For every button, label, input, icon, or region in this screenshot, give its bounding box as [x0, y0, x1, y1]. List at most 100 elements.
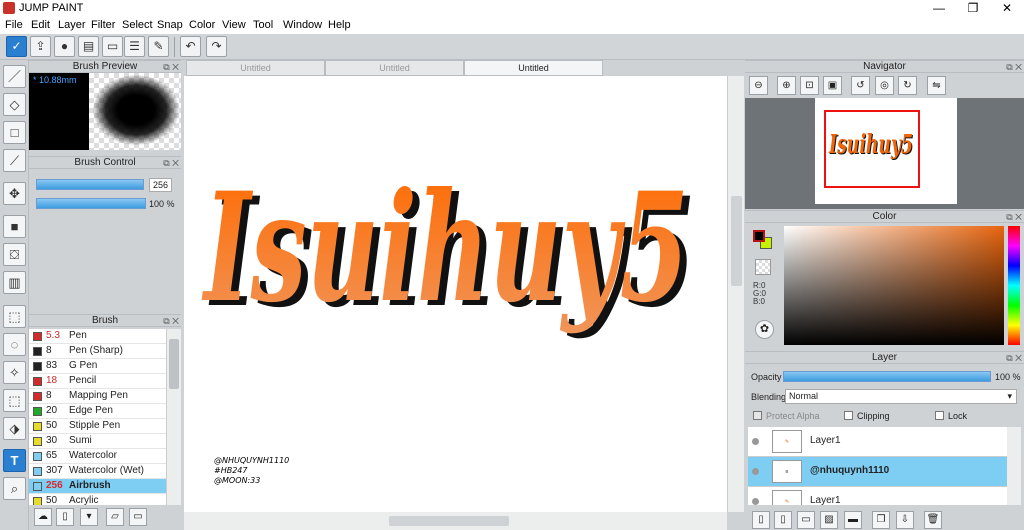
lasso-tool-icon[interactable]: ◌: [3, 333, 26, 356]
canvas-horizontal-scrollbar[interactable]: [184, 512, 727, 530]
layer-row-selected[interactable]: ≡ @nhuquynh1110: [748, 457, 1007, 487]
undo-icon[interactable]: ↶: [180, 36, 201, 57]
select-pen-tool-icon[interactable]: ⬚: [3, 389, 26, 412]
saturation-value-picker[interactable]: [784, 226, 1004, 345]
menu-file[interactable]: File: [5, 19, 23, 31]
tab-untitled-3[interactable]: Untitled: [464, 60, 603, 76]
document-icon[interactable]: ▭: [102, 36, 123, 57]
flip-horizontal-icon[interactable]: ⇋: [927, 76, 946, 95]
primary-color-swatch[interactable]: [753, 230, 765, 242]
panel-close-icon[interactable]: ⧉ ✕: [1006, 352, 1022, 364]
magic-wand-tool-icon[interactable]: ✧: [3, 361, 26, 384]
zoom-out-icon[interactable]: ⊖: [749, 76, 768, 95]
message-icon[interactable]: ▤: [78, 36, 99, 57]
visibility-icon[interactable]: [752, 468, 759, 475]
line-tool-icon[interactable]: ⟋: [3, 149, 26, 172]
menu-tool[interactable]: Tool: [253, 19, 273, 31]
menu-select[interactable]: Select: [122, 19, 153, 31]
new-brush-icon[interactable]: ▯: [56, 508, 74, 526]
blending-select[interactable]: Normal ▾: [785, 389, 1017, 404]
move-tool-icon[interactable]: ✥: [3, 182, 26, 205]
brush-item[interactable]: 65 Watercolor: [29, 449, 166, 464]
actual-size-icon[interactable]: ▣: [823, 76, 842, 95]
layer-folder-icon[interactable]: ▬: [844, 511, 862, 529]
menu-color[interactable]: Color: [189, 19, 215, 31]
canvas-vertical-scrollbar[interactable]: [727, 76, 744, 512]
eraser-tool-icon[interactable]: ◇: [3, 93, 26, 116]
bucket-tool-icon[interactable]: ⛋: [3, 243, 26, 266]
navigator-view-frame[interactable]: Isuihuy5 Isuihuy5: [824, 110, 920, 188]
brush-item[interactable]: 50 Stipple Pen: [29, 419, 166, 434]
brush-item[interactable]: 8 Pen (Sharp): [29, 344, 166, 359]
layer-row[interactable]: ✎ Layer1: [748, 427, 1007, 457]
hue-slider[interactable]: [1008, 226, 1020, 345]
rotate-left-icon[interactable]: ↺: [851, 76, 870, 95]
fill-rect-tool-icon[interactable]: ■: [3, 215, 26, 238]
brush-list-scrollbar[interactable]: [166, 329, 181, 505]
merge-layer-icon[interactable]: ⇩: [896, 511, 914, 529]
brush-item[interactable]: 5.3 Pen: [29, 329, 166, 344]
list-icon[interactable]: ☰: [124, 36, 145, 57]
menu-layer[interactable]: Layer: [58, 19, 86, 31]
rotate-right-icon[interactable]: ↻: [898, 76, 917, 95]
protect-alpha-checkbox[interactable]: Protect Alpha: [753, 411, 820, 421]
drawing-canvas[interactable]: Isuihuy5 Isuihuy5 @NHUQUYNH1110 #HB247 @…: [184, 76, 727, 512]
brush-tool-icon[interactable]: ／: [3, 65, 26, 88]
menu-edit[interactable]: Edit: [31, 19, 50, 31]
brush-folder-icon[interactable]: ▭: [129, 508, 147, 526]
brush-item[interactable]: 50 Acrylic: [29, 494, 166, 505]
panel-close-icon[interactable]: ⧉ ✕: [163, 61, 179, 73]
clipping-checkbox[interactable]: Clipping: [844, 411, 890, 421]
share-icon[interactable]: ⇪: [30, 36, 51, 57]
visibility-icon[interactable]: [752, 498, 759, 505]
brush-item[interactable]: 83 G Pen: [29, 359, 166, 374]
maximize-button[interactable]: ❐: [956, 0, 990, 17]
menu-window[interactable]: Window: [283, 19, 322, 31]
rect-select-tool-icon[interactable]: ⬚: [3, 305, 26, 328]
copy-brush-icon[interactable]: ▱: [106, 508, 124, 526]
menu-help[interactable]: Help: [328, 19, 351, 31]
navigator-thumbnail[interactable]: Isuihuy5 Isuihuy5: [815, 98, 957, 204]
halftone-layer-icon[interactable]: ▨: [820, 511, 838, 529]
brush-opacity-slider[interactable]: [36, 198, 146, 209]
brush-item[interactable]: 8 Mapping Pen: [29, 389, 166, 404]
brush-item[interactable]: 20 Edge Pen: [29, 404, 166, 419]
layer-row[interactable]: ✎ Layer1: [748, 487, 1007, 505]
panel-close-icon[interactable]: ⧉ ✕: [163, 157, 179, 169]
zoom-in-icon[interactable]: ⊕: [777, 76, 796, 95]
menu-snap[interactable]: Snap: [157, 19, 183, 31]
new-layer-icon[interactable]: ▯: [752, 511, 770, 529]
layer-list-scrollbar[interactable]: [1007, 427, 1021, 505]
tab-untitled-2[interactable]: Untitled: [325, 60, 464, 76]
transparent-color-swatch[interactable]: [755, 259, 771, 275]
panel-close-icon[interactable]: ⧉ ✕: [163, 315, 179, 327]
edit-list-icon[interactable]: ✎: [148, 36, 169, 57]
brush-item[interactable]: 18 Pencil: [29, 374, 166, 389]
panel-close-icon[interactable]: ⧉ ✕: [1006, 211, 1022, 223]
minimize-button[interactable]: —: [922, 0, 956, 17]
gradient-tool-icon[interactable]: ▥: [3, 271, 26, 294]
color-palette-icon[interactable]: ✿: [755, 320, 774, 339]
layer-type-icon[interactable]: ▭: [797, 511, 815, 529]
cloud-sync-icon[interactable]: ✓: [6, 36, 27, 57]
text-tool-icon[interactable]: T: [3, 449, 26, 472]
delete-layer-icon[interactable]: 🗑: [924, 511, 942, 529]
new-layer-alt-icon[interactable]: ▯: [774, 511, 792, 529]
lock-checkbox[interactable]: Lock: [935, 411, 967, 421]
panel-close-icon[interactable]: ⧉ ✕: [1006, 61, 1022, 73]
eyedropper-tool-icon[interactable]: ⌕: [3, 477, 26, 500]
brush-cloud-icon[interactable]: ☁: [34, 508, 52, 526]
fit-screen-icon[interactable]: ⊡: [800, 76, 819, 95]
duplicate-layer-icon[interactable]: ❐: [872, 511, 890, 529]
select-eraser-tool-icon[interactable]: ⬗: [3, 417, 26, 440]
rectangle-tool-icon[interactable]: □: [3, 121, 26, 144]
brush-item[interactable]: 256 Airbrush: [29, 479, 166, 494]
brush-item[interactable]: 307 Watercolor (Wet): [29, 464, 166, 479]
brush-menu-icon[interactable]: ▾: [80, 508, 98, 526]
comment-icon[interactable]: ●: [54, 36, 75, 57]
tab-untitled-1[interactable]: Untitled: [186, 60, 325, 76]
scroll-thumb[interactable]: [731, 196, 742, 286]
layer-opacity-slider[interactable]: [783, 371, 991, 382]
menu-view[interactable]: View: [222, 19, 246, 31]
close-button[interactable]: ✕: [990, 0, 1024, 17]
